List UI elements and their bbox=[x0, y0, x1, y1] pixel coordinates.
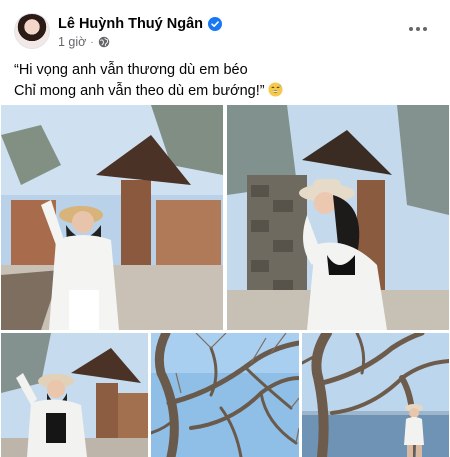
more-options-button[interactable] bbox=[404, 15, 432, 43]
globe-icon bbox=[98, 36, 110, 48]
post-photo-1[interactable] bbox=[1, 105, 223, 330]
meta-separator: · bbox=[90, 36, 94, 48]
post-header: Lê Huỳnh Thuý Ngân 1 giờ · bbox=[14, 13, 440, 53]
post-photo-2[interactable] bbox=[227, 105, 449, 330]
post-photo-3[interactable] bbox=[1, 333, 148, 457]
post-meta: 1 giờ · bbox=[58, 35, 110, 49]
post-timestamp[interactable]: 1 giờ bbox=[58, 35, 86, 49]
post-photo-4[interactable] bbox=[151, 333, 299, 457]
author-name[interactable]: Lê Huỳnh Thuý Ngân bbox=[58, 16, 203, 32]
photo-tree-sea-view bbox=[302, 333, 449, 457]
verified-badge-icon bbox=[208, 17, 222, 31]
caption-line-1: “Hi vọng anh vẫn thương dù em béo bbox=[14, 62, 248, 78]
photo-woman-sun-hat-stone-wall bbox=[227, 105, 449, 330]
photo-bare-tree-sky bbox=[151, 333, 299, 457]
photo-woman-hat-gazebo bbox=[1, 333, 148, 457]
facebook-post: Lê Huỳnh Thuý Ngân 1 giờ · “Hi vọng anh … bbox=[0, 0, 450, 457]
photo-woman-white-shirt-hat-garden bbox=[1, 105, 223, 330]
author-name-row: Lê Huỳnh Thuý Ngân bbox=[58, 16, 222, 32]
post-photo-5[interactable] bbox=[302, 333, 449, 457]
post-caption: “Hi vọng anh vẫn thương dù em béo Chỉ mo… bbox=[14, 60, 434, 102]
caption-line-2: Chỉ mong anh vẫn theo dù em bướng!” bbox=[14, 83, 265, 99]
more-options-icon bbox=[409, 27, 413, 31]
caption-line-2-wrap: Chỉ mong anh vẫn theo dù em bướng!” bbox=[14, 81, 434, 102]
author-avatar[interactable] bbox=[14, 13, 50, 49]
grinning-sweat-emoji-icon bbox=[268, 82, 283, 97]
